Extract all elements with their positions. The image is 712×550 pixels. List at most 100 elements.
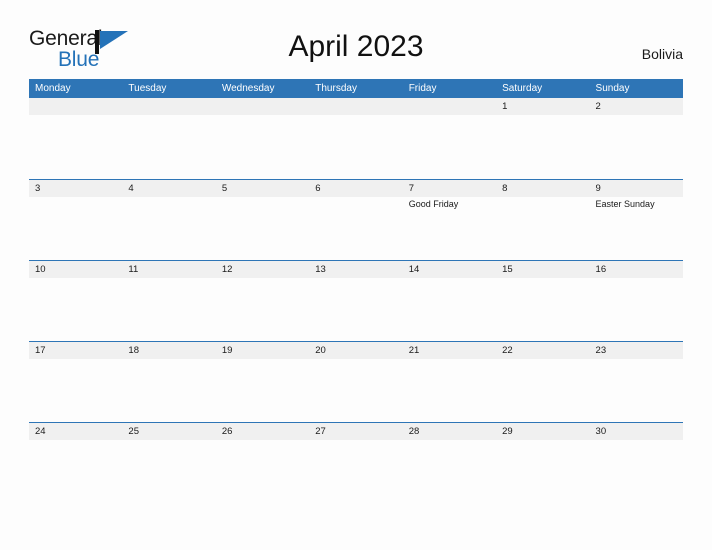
day-of-week-tuesday: Tuesday [128, 83, 167, 94]
day-number: 17 [35, 345, 46, 356]
holiday-label: Good Friday [408, 199, 459, 209]
calendar-day-cell[interactable]: 29 [496, 423, 590, 503]
calendar-day-cell[interactable]: 4 [122, 180, 216, 260]
day-number-strip [122, 98, 216, 115]
day-number: 11 [128, 264, 139, 275]
day-number: 10 [35, 264, 46, 275]
day-number: 12 [221, 264, 233, 275]
calendar-day-cell[interactable]: 30 [589, 423, 683, 503]
day-number: 25 [128, 426, 139, 437]
day-events: Good Friday [409, 198, 493, 211]
day-number: 2 [595, 101, 601, 112]
day-number-strip [122, 180, 216, 197]
calendar-day-cell[interactable]: 3 [29, 180, 123, 260]
day-number-strip [589, 180, 683, 197]
day-number: 9 [595, 183, 601, 194]
day-of-week-friday: Friday [408, 83, 437, 94]
day-of-week-thursday: Thursday [315, 83, 357, 94]
calendar-day-cell[interactable]: 9 Easter Sunday [589, 180, 683, 260]
day-number: 28 [408, 426, 420, 437]
day-number-strip [29, 180, 123, 197]
calendar-week-row: 17 18 19 20 21 22 23 [29, 341, 683, 422]
calendar-weeks: 1 2 3 4 5 6 7 Good Friday 8 9 Easter Sunday 10 11 12 1… [29, 98, 683, 503]
day-number-strip [496, 98, 590, 115]
day-of-week-sunday: Sunday [595, 83, 630, 94]
calendar-day-cell-empty [215, 98, 310, 179]
day-number: 30 [595, 426, 607, 437]
calendar-day-cell[interactable]: 12 [215, 261, 310, 341]
day-number: 5 [221, 183, 228, 194]
calendar-day-cell-empty [122, 98, 216, 179]
day-number-strip [402, 180, 497, 197]
calendar-grid: Monday Tuesday Wednesday Thursday Friday… [29, 79, 683, 503]
calendar-day-cell[interactable]: 17 [29, 342, 123, 422]
day-number: 23 [595, 345, 607, 356]
day-number: 4 [128, 183, 134, 194]
calendar-day-cell[interactable]: 28 [402, 423, 497, 503]
day-of-week-header-row: Monday Tuesday Wednesday Thursday Friday… [29, 79, 683, 98]
calendar-day-cell[interactable]: 25 [122, 423, 216, 503]
calendar-day-cell[interactable]: 19 [215, 342, 310, 422]
calendar-day-cell[interactable]: 13 [309, 261, 403, 341]
calendar-day-cell[interactable]: 21 [402, 342, 497, 422]
calendar-day-cell[interactable]: 23 [589, 342, 683, 422]
day-of-week-monday: Monday [35, 83, 71, 94]
day-of-week-saturday: Saturday [502, 83, 543, 94]
day-number: 20 [315, 345, 326, 356]
day-number-strip [496, 180, 590, 197]
calendar-day-cell[interactable]: 22 [496, 342, 590, 422]
calendar-day-cell[interactable]: 1 [496, 98, 590, 179]
day-number: 22 [502, 345, 513, 356]
calendar-week-row: 24 25 26 27 28 29 30 [29, 422, 683, 503]
calendar-day-cell[interactable]: 5 [215, 180, 310, 260]
day-number: 8 [502, 183, 508, 194]
day-number: 6 [315, 183, 321, 194]
day-number-strip [309, 98, 403, 115]
day-number: 3 [35, 183, 41, 194]
day-number: 26 [221, 426, 233, 437]
day-number: 27 [315, 426, 326, 437]
day-number-strip [589, 98, 683, 115]
day-number-strip [309, 180, 403, 197]
calendar-day-cell-empty [309, 98, 403, 179]
day-number: 15 [502, 264, 513, 275]
day-number: 13 [315, 264, 326, 275]
day-of-week-wednesday: Wednesday [221, 83, 275, 94]
calendar-day-cell-empty [402, 98, 497, 179]
calendar-day-cell[interactable]: 6 [309, 180, 403, 260]
calendar-day-cell[interactable]: 2 [589, 98, 683, 179]
calendar-day-cell[interactable]: 7 Good Friday [402, 180, 497, 260]
calendar-day-cell[interactable]: 24 [29, 423, 123, 503]
calendar-day-cell[interactable]: 18 [122, 342, 216, 422]
calendar-day-cell[interactable]: 8 [496, 180, 590, 260]
page-title: April 2023 [288, 30, 424, 63]
calendar-day-cell[interactable]: 20 [309, 342, 403, 422]
day-number: 16 [595, 264, 607, 275]
day-number: 18 [128, 345, 139, 356]
calendar-week-row: 3 4 5 6 7 Good Friday 8 9 Easter Sunday [29, 179, 683, 260]
day-number-strip [215, 180, 310, 197]
day-number: 7 [408, 183, 414, 194]
locale-label: Bolivia [641, 46, 683, 62]
day-number: 24 [35, 426, 46, 437]
day-number: 21 [408, 345, 420, 356]
calendar-day-cell[interactable]: 16 [589, 261, 683, 341]
calendar-day-cell[interactable]: 15 [496, 261, 590, 341]
calendar-week-row: 10 11 12 13 14 15 16 [29, 260, 683, 341]
calendar-day-cell[interactable]: 14 [402, 261, 497, 341]
day-events: Easter Sunday [596, 198, 680, 211]
day-number: 1 [502, 101, 508, 112]
calendar-day-cell[interactable]: 10 [29, 261, 123, 341]
day-number-strip [215, 98, 310, 115]
day-number: 29 [502, 426, 513, 437]
calendar-day-cell[interactable]: 11 [122, 261, 216, 341]
calendar-day-cell[interactable]: 26 [215, 423, 310, 503]
day-number: 19 [221, 345, 233, 356]
calendar-day-cell-empty [29, 98, 123, 179]
day-number-strip [29, 98, 123, 115]
holiday-label: Easter Sunday [595, 199, 655, 209]
day-number: 14 [408, 264, 420, 275]
day-number-strip [402, 98, 497, 115]
calendar-week-row: 12 [29, 98, 683, 179]
calendar-day-cell[interactable]: 27 [309, 423, 403, 503]
